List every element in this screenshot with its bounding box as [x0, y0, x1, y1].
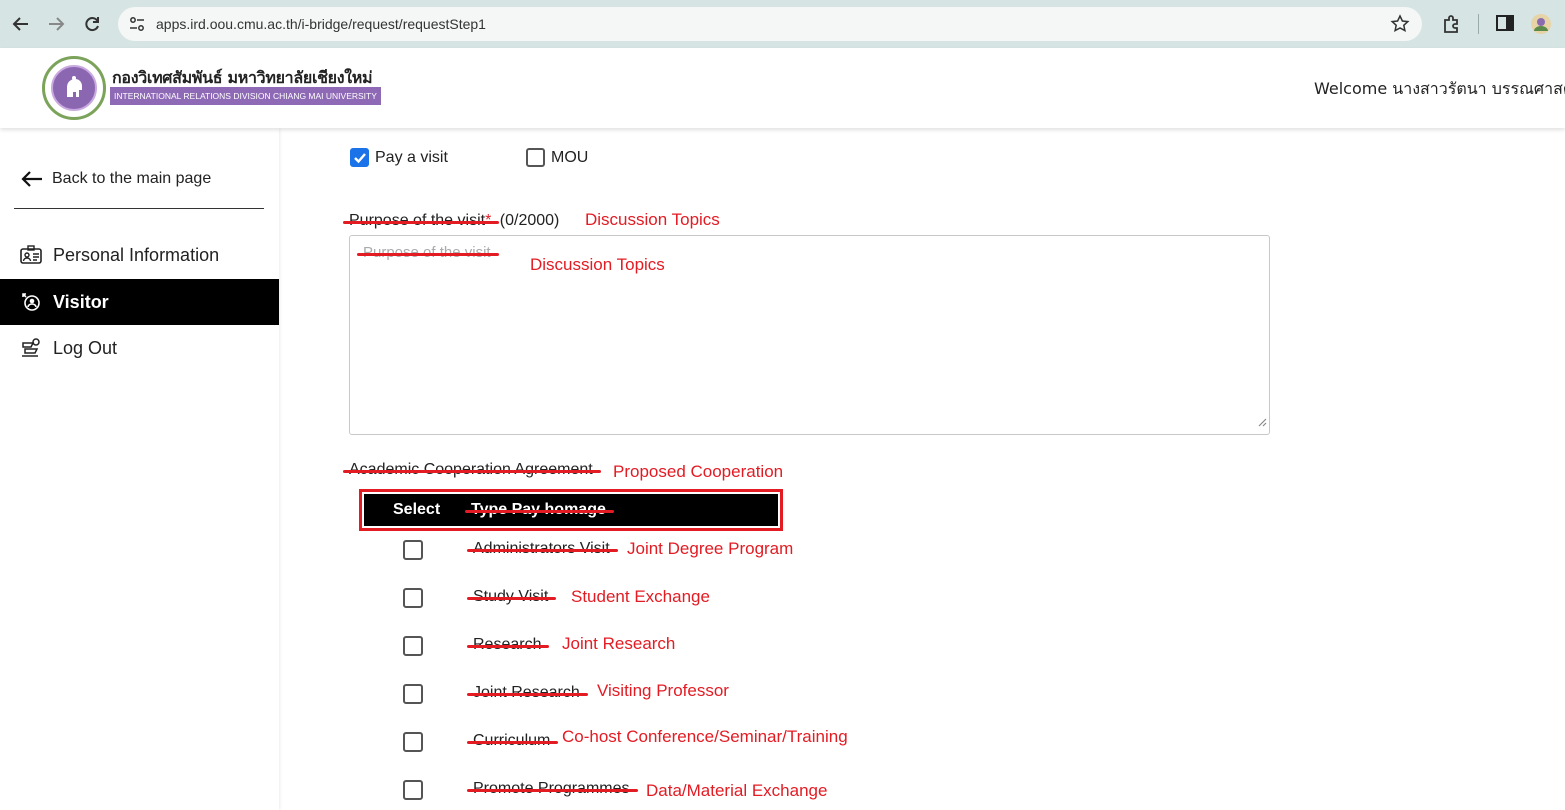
- id-card-icon: [20, 244, 42, 266]
- purpose-placeholder: Purpose of the visit: [357, 244, 499, 261]
- agreement-annotation: Proposed Cooperation: [613, 462, 784, 481]
- sidebar-item-personal-information[interactable]: Personal Information: [0, 232, 279, 278]
- site-header: กองวิเทศสัมพันธ์ มหาวิทยาลัยเชียงใหม่ IN…: [0, 48, 1565, 128]
- purpose-counter: (0/2000): [499, 212, 560, 229]
- row-checkbox[interactable]: [403, 684, 423, 704]
- row-annotation: Visiting Professor: [597, 681, 729, 700]
- purpose-annotation: Discussion Topics: [585, 210, 720, 229]
- row-checkbox[interactable]: [403, 732, 423, 752]
- org-name-english: INTERNATIONAL RELATIONS DIVISION CHIANG …: [110, 87, 381, 105]
- back-arrow-icon[interactable]: [9, 12, 33, 36]
- list-item: Promote Programmes: [467, 780, 637, 797]
- welcome-message: Welcome นางสาวรัตนา บรรณศาสตร์: [1314, 79, 1565, 98]
- row-annotation: Joint Degree Program: [627, 539, 794, 558]
- visitor-icon: [20, 291, 42, 313]
- row-annotation: Co-host Conference/Seminar/Training: [562, 727, 848, 746]
- row-annotation: Student Exchange: [571, 587, 710, 606]
- column-type: Type Pay homage: [465, 501, 614, 518]
- resize-handle-icon[interactable]: [1257, 414, 1267, 432]
- purpose-label: Purpose of the visit* (0/2000): [342, 212, 560, 230]
- pay-a-visit-label: Pay a visit: [375, 148, 448, 166]
- sidebar-item-label: Personal Information: [53, 244, 220, 265]
- forward-arrow-icon[interactable]: [44, 12, 68, 36]
- back-label: Back to the main page: [52, 170, 212, 187]
- row-checkbox[interactable]: [403, 540, 423, 560]
- university-seal-logo: [42, 56, 106, 120]
- row-checkbox[interactable]: [403, 636, 423, 656]
- arrow-left-icon: [21, 171, 42, 187]
- list-item: Joint Research: [467, 684, 588, 701]
- browser-toolbar: apps.ird.oou.cmu.ac.th/i-bridge/request/…: [0, 0, 1565, 48]
- list-item: Administrators Visit: [467, 540, 618, 557]
- toolbar-divider: [1478, 14, 1479, 34]
- pay-a-visit-checkbox[interactable]: Pay a visit: [350, 148, 448, 167]
- checkbox-unchecked[interactable]: [526, 148, 545, 167]
- agreement-table-header: Select Type Pay homage: [359, 489, 783, 531]
- extensions-puzzle-icon[interactable]: [1441, 13, 1463, 40]
- checkbox-checked[interactable]: [350, 148, 369, 167]
- column-select: Select: [393, 501, 441, 518]
- site-settings-icon[interactable]: [129, 16, 145, 37]
- list-item: Curriculum: [466, 732, 559, 749]
- list-item: Study Visit: [466, 588, 557, 605]
- mou-checkbox[interactable]: MOU: [526, 148, 588, 167]
- mou-label: MOU: [551, 148, 589, 166]
- reload-icon[interactable]: [80, 12, 104, 36]
- row-checkbox[interactable]: [403, 588, 423, 608]
- profile-avatar-icon[interactable]: [1530, 13, 1552, 40]
- bookmark-star-icon[interactable]: [1390, 14, 1410, 39]
- back-to-main-link[interactable]: Back to the main page: [20, 170, 211, 188]
- sidebar-item-visitor[interactable]: Visitor: [0, 279, 279, 325]
- list-item: Research: [466, 636, 551, 653]
- logout-icon: [20, 337, 42, 359]
- row-annotation: Joint Research: [562, 634, 676, 653]
- purpose-placeholder-annotation: Discussion Topics: [530, 255, 665, 274]
- purpose-textarea[interactable]: Purpose of the visit: [349, 235, 1270, 435]
- sidebar-item-log-out[interactable]: Log Out: [0, 325, 279, 371]
- sidebar-item-label: Log Out: [53, 337, 118, 358]
- row-checkbox[interactable]: [403, 780, 423, 800]
- sidebar-item-label: Visitor: [53, 291, 109, 312]
- row-annotation: Data/Material Exchange: [646, 781, 828, 800]
- main-content: Pay a visit MOU Purpose of the visit* (0…: [279, 128, 1565, 810]
- sidebar: Back to the main page Personal Informati…: [0, 128, 279, 810]
- agreement-label: Academic Cooperation Agreement: [343, 461, 601, 478]
- address-bar[interactable]: apps.ird.oou.cmu.ac.th/i-bridge/request/…: [118, 7, 1422, 41]
- purpose-label-struck: Purpose of the visit*: [342, 212, 500, 229]
- side-panel-icon[interactable]: [1495, 13, 1515, 38]
- sidebar-divider: [14, 208, 264, 209]
- url-text: apps.ird.oou.cmu.ac.th/i-bridge/request/…: [156, 16, 486, 32]
